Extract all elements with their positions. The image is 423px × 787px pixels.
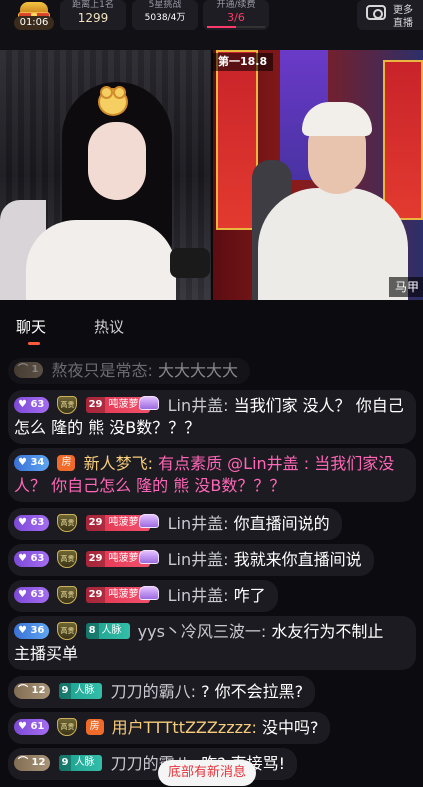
chat-username[interactable]: yys丶冷风三波一:	[138, 622, 267, 641]
star-challenge-stat[interactable]: 5星挑战 5038/4万	[132, 0, 198, 30]
top-bar: 01:06 距离上1名 1299 5星挑战 5038/4万 开通/续费 3/6 …	[0, 0, 423, 50]
right-streamer-video[interactable]	[212, 50, 423, 300]
subscription-label: 开通/续费	[216, 0, 256, 10]
rank-gap-stat[interactable]: 距离上1名 1299	[60, 0, 126, 30]
chat-text: 咋了	[233, 586, 266, 605]
new-messages-button[interactable]: 底部有新消息	[158, 760, 257, 786]
chat-message[interactable]: ♥ 36 高贵 8 人脉 yys丶冷风三波一: 水友行为不制止 主播买单	[8, 616, 416, 670]
user-level-badge: ♥ 34	[14, 454, 50, 471]
active-tab-indicator	[28, 342, 40, 345]
chat-text: 大大大大大	[158, 361, 239, 380]
chat-username[interactable]: Lin井盖:	[168, 514, 229, 533]
tab-chat[interactable]: 聊天	[16, 316, 46, 337]
crown-icon	[139, 549, 160, 564]
noble-shield-icon: 高贵	[57, 549, 78, 568]
noble-shield-icon: 高贵	[57, 513, 78, 532]
chat-username[interactable]: Lin井盖:	[168, 396, 229, 415]
user-level-badge: ♥ 61	[14, 718, 50, 735]
user-level-badge: ♥ 63	[14, 550, 50, 567]
fan-badge: 8 人脉	[85, 622, 130, 639]
user-level-badge: ⌒ 12	[14, 754, 51, 771]
rank-gap-value: 1299	[77, 11, 109, 25]
chat-username[interactable]: Lin井盖:	[168, 550, 229, 569]
chat-message[interactable]: ♥ 63 高贵 29 吨菠萝 Lin井盖: 我就来你直播间说	[8, 544, 374, 576]
chat-text: ? 你不会拉黑?	[201, 682, 304, 701]
star-challenge-value: 5038/4万	[144, 13, 186, 23]
user-level-badge: ⌒ 1	[14, 361, 44, 378]
chat-username[interactable]: Lin井盖:	[168, 586, 229, 605]
subscription-progress-bar	[207, 26, 265, 28]
chat-message[interactable]: ⌒ 12 9 人脉 刀刀的霸八: ? 你不会拉黑?	[8, 676, 316, 708]
rank-tag: 第一18.8	[212, 53, 274, 71]
crown-icon	[139, 395, 160, 410]
chat-username[interactable]: 用户TTTttZZZzzzz:	[112, 718, 257, 737]
video-divider	[211, 50, 213, 300]
chest-timer: 01:06	[14, 16, 54, 30]
right-streamer-name[interactable]: 马甲	[388, 277, 423, 297]
noble-shield-icon: 高贵	[57, 395, 78, 414]
room-manager-icon: 房	[85, 718, 104, 735]
subscription-value: 3/6	[227, 11, 245, 24]
live-video-area[interactable]: 第一18.8 马甲	[0, 50, 423, 300]
noble-shield-icon: 高贵	[57, 585, 78, 604]
user-level-badge: ♥ 36	[14, 622, 50, 639]
tab-hot-topics[interactable]: 热议	[94, 316, 124, 337]
chat-message[interactable]: ♥ 34 房 新人梦飞: 有点素质 @Lin井盖 : 当我们家没人？ 你自己怎么…	[8, 448, 416, 502]
more-live-button[interactable]: 更多 直播	[357, 0, 423, 30]
fan-badge: 9 人脉	[58, 682, 103, 699]
noble-shield-icon: 高贵	[57, 717, 78, 736]
chat-tabs: 聊天 热议	[0, 300, 423, 350]
crown-icon	[139, 585, 160, 600]
user-level-badge: ⌒ 12	[14, 682, 51, 699]
chat-message[interactable]: ♥ 61 高贵 房 用户TTTttZZZzzzz: 没中吗?	[8, 712, 331, 744]
more-live-label-2: 直播	[393, 18, 413, 29]
camera-icon	[366, 5, 386, 20]
chat-message[interactable]: ♥ 63 高贵 29 吨菠萝 Lin井盖: 你直播间说的	[8, 508, 342, 540]
chat-message[interactable]: ♥ 63 高贵 29 吨菠萝 Lin井盖: 咋了	[8, 580, 278, 612]
subscription-stat[interactable]: 开通/续费 3/6	[203, 0, 269, 30]
chat-message[interactable]: ⌒ 1 熬夜只是常态: 大大大大大	[8, 358, 251, 384]
chat-username[interactable]: 熬夜只是常态:	[52, 361, 153, 380]
chat-text: 我就来你直播间说	[233, 550, 362, 569]
fan-badge: 9 人脉	[58, 754, 103, 771]
bear-sticker-icon	[98, 86, 128, 116]
chat-list[interactable]: ⌒ 1 熬夜只是常态: 大大大大大 ♥ 63 高贵 29 吨菠萝 Lin井盖: 当…	[0, 350, 423, 787]
user-level-badge: ♥ 63	[14, 396, 50, 413]
crown-icon	[139, 513, 160, 528]
user-level-badge: ♥ 63	[14, 586, 50, 603]
chat-text: 你直播间说的	[233, 514, 330, 533]
microphone-icon	[170, 248, 210, 278]
star-challenge-label: 5星挑战	[148, 0, 182, 10]
chat-username[interactable]: 新人梦飞:	[84, 454, 153, 473]
chat-text: 没中吗?	[261, 718, 319, 737]
chat-username[interactable]: 刀刀的霸八:	[111, 682, 196, 701]
rank-gap-label: 距离上1名	[72, 0, 114, 10]
chat-message[interactable]: ♥ 63 高贵 29 吨菠萝 Lin井盖: 当我们家 没人？ 你自己怎么 隆的 熊…	[8, 390, 416, 444]
left-streamer-video[interactable]	[0, 50, 212, 300]
noble-shield-icon: 高贵	[57, 621, 78, 640]
user-level-badge: ♥ 63	[14, 514, 50, 531]
room-manager-icon: 房	[57, 454, 76, 471]
